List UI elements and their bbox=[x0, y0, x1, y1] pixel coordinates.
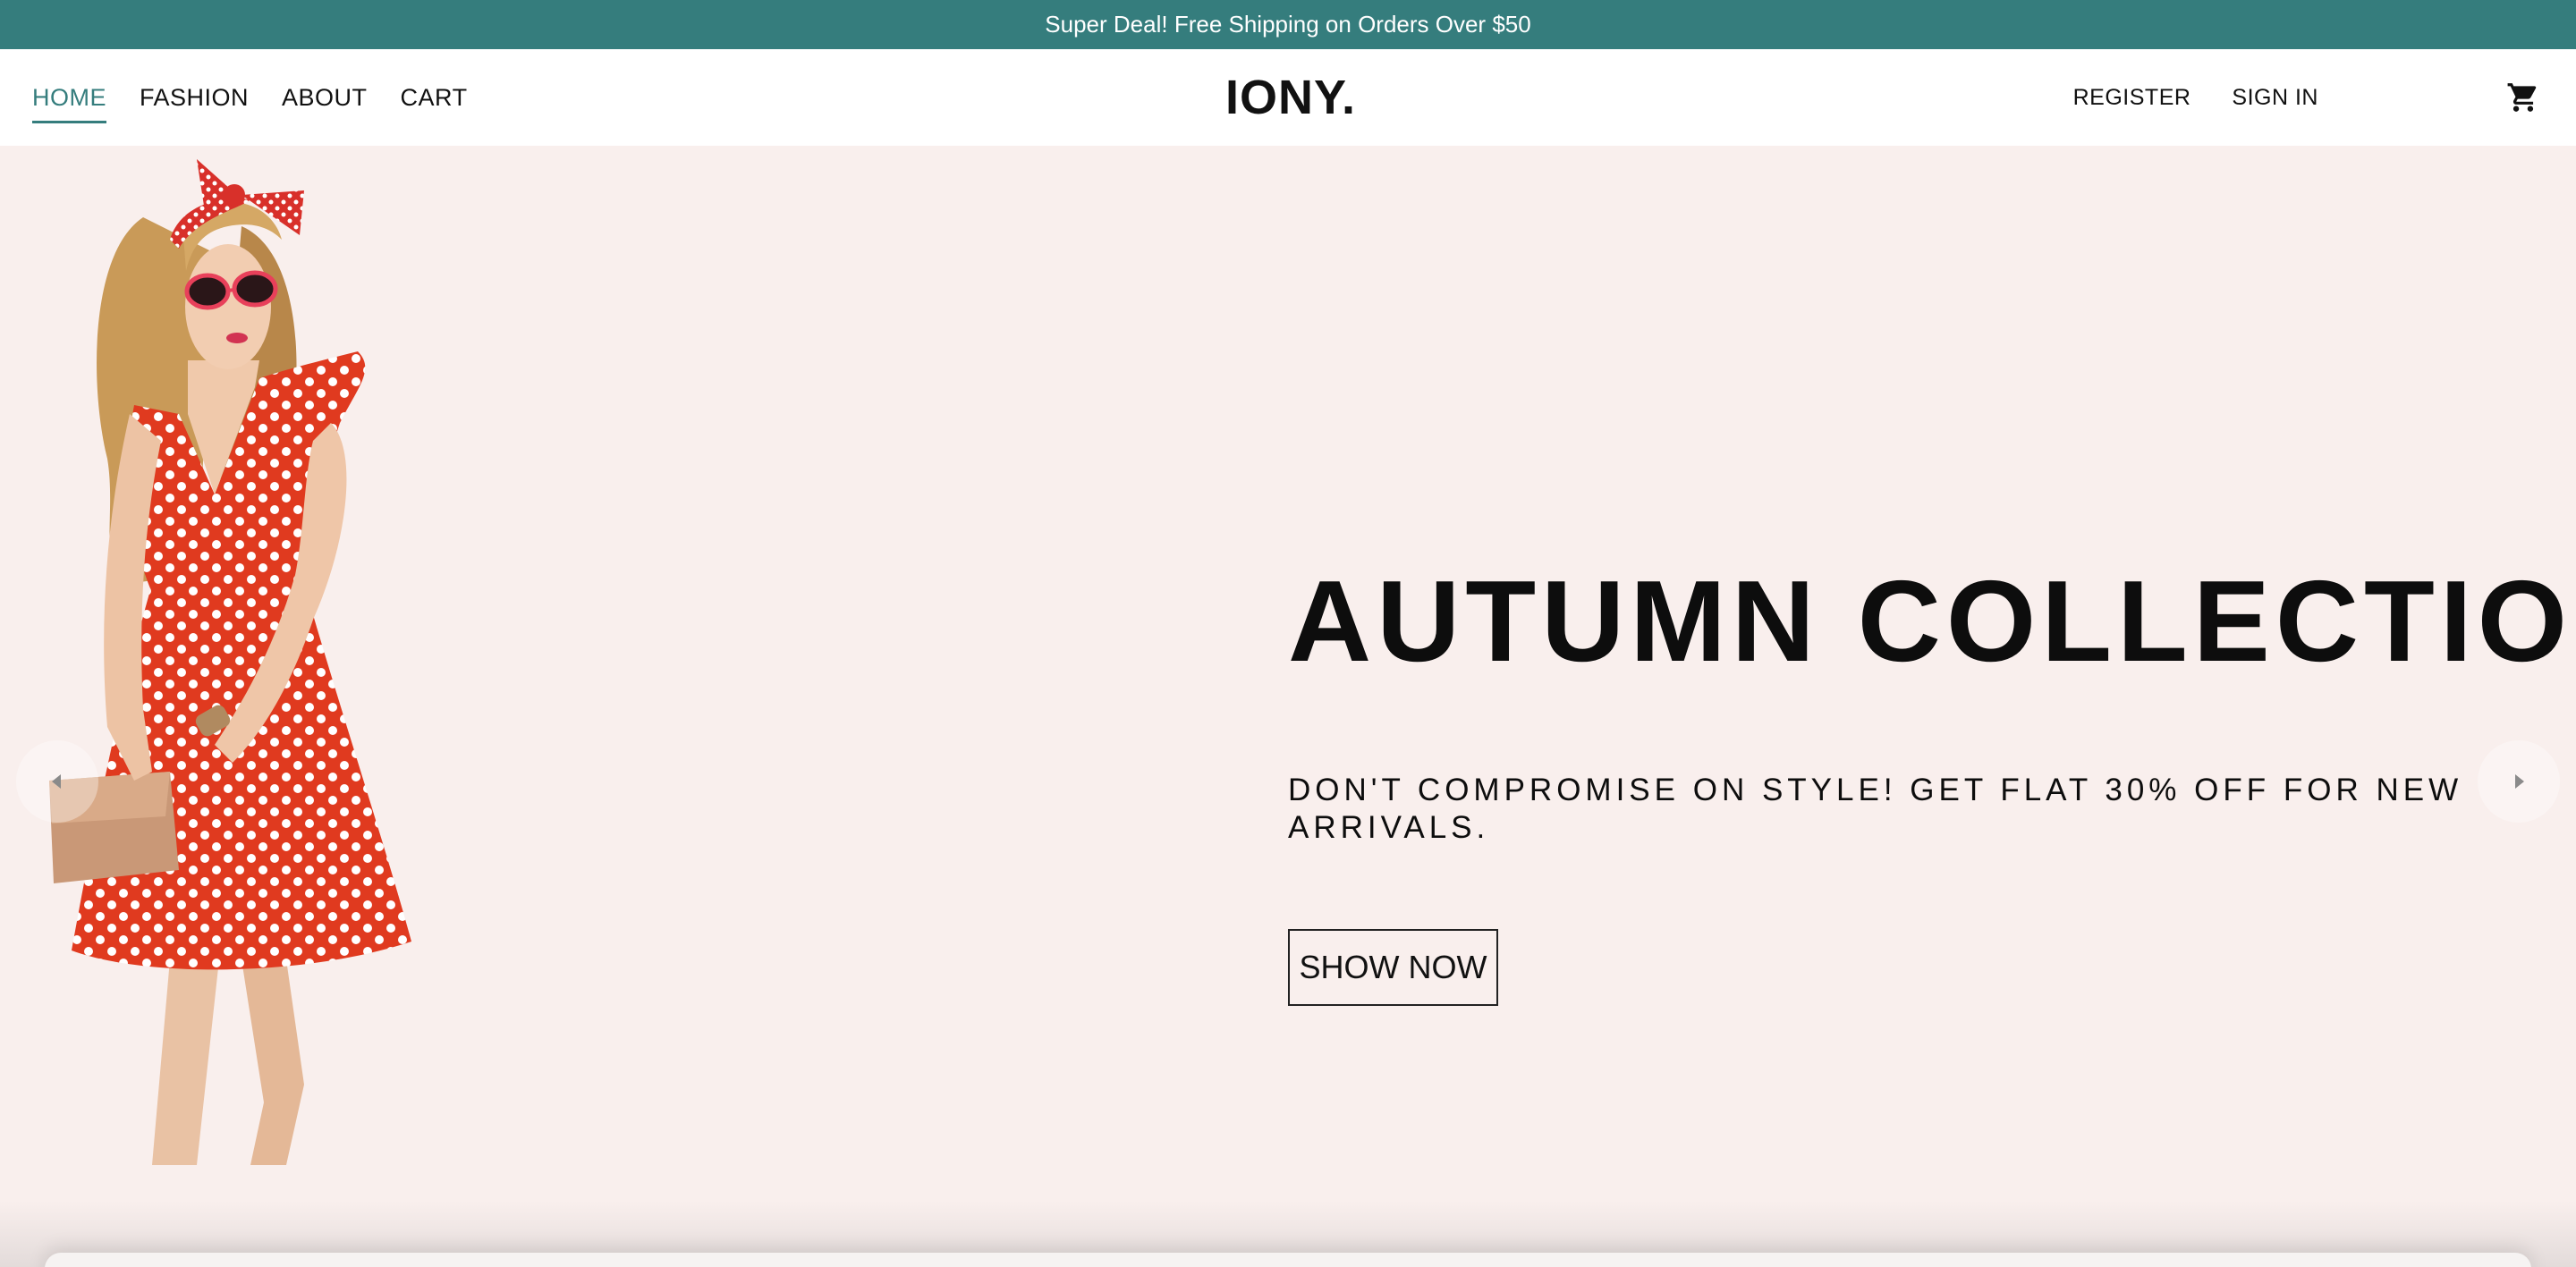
primary-nav: HOME FASHION ABOUT CART bbox=[32, 49, 468, 146]
sign-in-link[interactable]: SIGN IN bbox=[2232, 86, 2318, 109]
hero-slider: AUTUMN COLLECTION DON'T COMPROMISE ON ST… bbox=[0, 146, 2576, 1267]
announcement-bar: Super Deal! Free Shipping on Orders Over… bbox=[0, 0, 2576, 49]
next-section-card-edge bbox=[45, 1253, 2531, 1267]
prev-slide-button[interactable] bbox=[16, 740, 98, 823]
announcement-text: Super Deal! Free Shipping on Orders Over… bbox=[1045, 11, 1531, 38]
nav-fashion-link[interactable]: FASHION bbox=[140, 85, 249, 110]
hero-model-image bbox=[49, 159, 411, 1165]
hero-subtitle: DON'T COMPROMISE ON STYLE! GET FLAT 30% … bbox=[1288, 773, 2463, 845]
shopping-cart-icon bbox=[2507, 83, 2537, 112]
nav-about-link[interactable]: ABOUT bbox=[282, 85, 368, 110]
site-logo[interactable]: IONY. bbox=[1225, 49, 1356, 146]
chevron-left-icon bbox=[52, 774, 61, 789]
register-link[interactable]: REGISTER bbox=[2073, 86, 2191, 109]
cart-button[interactable] bbox=[2504, 74, 2542, 121]
show-now-button[interactable]: SHOW NOW bbox=[1288, 929, 1498, 1006]
nav-cart-link[interactable]: CART bbox=[401, 85, 468, 110]
next-slide-button[interactable] bbox=[2478, 740, 2560, 823]
top-navigation: HOME FASHION ABOUT CART IONY. REGISTER S… bbox=[0, 49, 2576, 146]
hero-title: AUTUMN COLLECTION bbox=[1288, 557, 2576, 686]
chevron-right-icon bbox=[2515, 774, 2524, 789]
nav-home-link[interactable]: HOME bbox=[32, 85, 106, 123]
account-nav: REGISTER SIGN IN bbox=[2073, 49, 2318, 146]
